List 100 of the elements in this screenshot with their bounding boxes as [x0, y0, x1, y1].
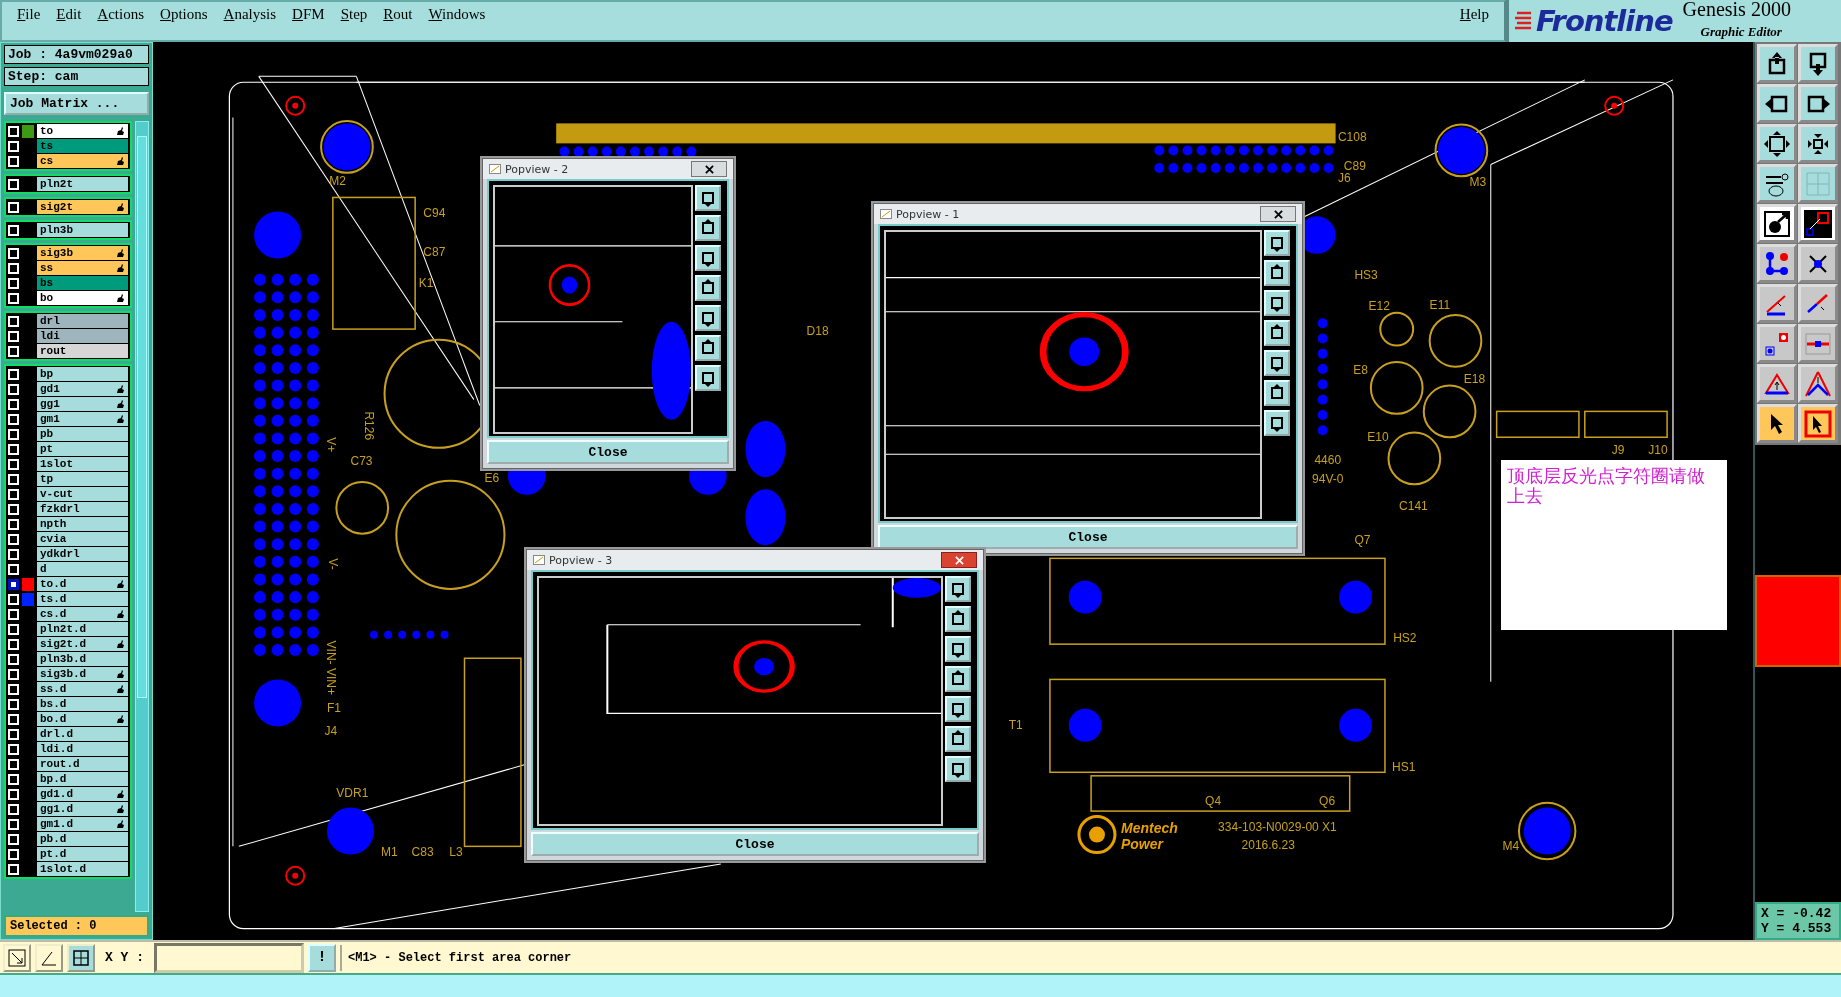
menu-item[interactable]: Analysis: [216, 4, 284, 25]
view-tool-icon[interactable]: [695, 185, 721, 211]
resize-icon[interactable]: [3, 943, 31, 972]
toolbar-button[interactable]: [1798, 364, 1838, 403]
layer-name[interactable]: sig2t: [37, 200, 128, 214]
toolbar-button[interactable]: [1757, 44, 1797, 83]
layer-name[interactable]: ydkdrl: [37, 547, 128, 561]
layer-name[interactable]: pt.d: [37, 847, 128, 861]
xy-input-field[interactable]: [154, 942, 304, 973]
close-button[interactable]: [691, 161, 727, 177]
view-tool-icon[interactable]: [945, 576, 971, 602]
layer-name[interactable]: gg1.d: [37, 802, 128, 816]
layer-name[interactable]: sig3b.d: [37, 667, 128, 681]
view-tool-icon[interactable]: [945, 666, 971, 692]
close-button[interactable]: Close: [878, 525, 1298, 549]
view-tool-icon[interactable]: [1264, 320, 1290, 346]
layer-name[interactable]: cvia: [37, 532, 128, 546]
layer-name[interactable]: pt: [37, 442, 128, 456]
toolbar-button[interactable]: [1798, 124, 1838, 163]
layer-name[interactable]: pln3b.d: [37, 652, 128, 666]
menu-item[interactable]: Options: [153, 4, 215, 25]
menu-item[interactable]: Rout: [376, 4, 420, 25]
layer-name[interactable]: pln2t: [37, 177, 128, 191]
view-tool-icon[interactable]: [1264, 290, 1290, 316]
view-tool-icon[interactable]: [945, 756, 971, 782]
layer-checkbox[interactable]: [8, 578, 19, 590]
toolbar-button[interactable]: [1798, 324, 1838, 363]
layer-name[interactable]: sig3b: [37, 246, 128, 260]
layer-name[interactable]: npth: [37, 517, 128, 531]
warning-button[interactable]: !: [308, 943, 336, 972]
menu-item[interactable]: Edit: [49, 4, 89, 25]
toolbar-button[interactable]: [1798, 44, 1838, 83]
layer-name[interactable]: to: [37, 124, 128, 138]
toolbar-button[interactable]: [1798, 84, 1838, 123]
scroll-bar[interactable]: [135, 121, 149, 912]
layer-name[interactable]: pln2t.d: [37, 622, 128, 636]
toolbar-button[interactable]: [1798, 404, 1838, 443]
layer-name[interactable]: sig2t.d: [37, 637, 128, 651]
view-tool-icon[interactable]: [695, 335, 721, 361]
layer-name[interactable]: 1slot: [37, 457, 128, 471]
view-tool-icon[interactable]: [695, 245, 721, 271]
layer-name[interactable]: gd1: [37, 382, 128, 396]
toolbar-button[interactable]: [1757, 364, 1797, 403]
close-button[interactable]: [941, 552, 977, 568]
layer-name[interactable]: bs: [37, 276, 128, 290]
layer-name[interactable]: gm1: [37, 412, 128, 426]
menu-item[interactable]: Step: [333, 4, 375, 25]
close-button[interactable]: [1260, 206, 1296, 222]
layer-name[interactable]: d: [37, 562, 128, 576]
menu-item[interactable]: Actions: [90, 4, 152, 25]
scroll-thumb[interactable]: [137, 136, 147, 698]
layer-name[interactable]: pln3b: [37, 223, 128, 237]
view-tool-icon[interactable]: [945, 636, 971, 662]
view-tool-icon[interactable]: [695, 215, 721, 241]
layer-name[interactable]: bo.d: [37, 712, 128, 726]
layer-name[interactable]: ldi: [37, 329, 128, 343]
layer-name[interactable]: gm1.d: [37, 817, 128, 831]
toolbar-button[interactable]: [1757, 84, 1797, 123]
view-tool-icon[interactable]: [945, 606, 971, 632]
layer-name[interactable]: ldi.d: [37, 742, 128, 756]
layer-name[interactable]: 1slot.d: [37, 862, 128, 876]
layer-name[interactable]: pb: [37, 427, 128, 441]
angle-icon[interactable]: [35, 943, 63, 972]
layer-name[interactable]: gd1.d: [37, 787, 128, 801]
toolbar-button[interactable]: [1798, 204, 1838, 243]
layer-name[interactable]: v-cut: [37, 487, 128, 501]
layer-name[interactable]: ss: [37, 261, 128, 275]
menu-item[interactable]: Windows: [421, 4, 493, 25]
menu-item[interactable]: DFM: [285, 4, 332, 25]
layer-name[interactable]: ss.d: [37, 682, 128, 696]
layer-name[interactable]: rout.d: [37, 757, 128, 771]
toolbar-button[interactable]: [1757, 124, 1797, 163]
layer-name[interactable]: rout: [37, 344, 128, 358]
layer-name[interactable]: bo: [37, 291, 128, 305]
toolbar-button[interactable]: [1757, 404, 1797, 443]
close-button[interactable]: Close: [487, 440, 729, 464]
layer-name[interactable]: to.d: [37, 577, 128, 591]
view-tool-icon[interactable]: [1264, 380, 1290, 406]
grid-icon[interactable]: [67, 943, 95, 972]
view-tool-icon[interactable]: [695, 365, 721, 391]
layer-name[interactable]: tp: [37, 472, 128, 486]
help-menu[interactable]: Help: [1452, 4, 1496, 25]
layer-name[interactable]: ts.d: [37, 592, 128, 606]
layer-name[interactable]: bp: [37, 367, 128, 381]
layer-name[interactable]: ts: [37, 139, 128, 153]
layer-name[interactable]: pb.d: [37, 832, 128, 846]
layer-name[interactable]: drl: [37, 314, 128, 328]
toolbar-button[interactable]: [1798, 244, 1838, 283]
job-matrix-button[interactable]: Job Matrix ...: [4, 92, 149, 115]
toolbar-button[interactable]: [1757, 284, 1797, 323]
layer-name[interactable]: drl.d: [37, 727, 128, 741]
view-tool-icon[interactable]: [695, 275, 721, 301]
view-tool-icon[interactable]: [945, 726, 971, 752]
view-tool-icon[interactable]: [1264, 350, 1290, 376]
close-button[interactable]: Close: [531, 832, 979, 856]
view-tool-icon[interactable]: [1264, 230, 1290, 256]
layer-name[interactable]: bp.d: [37, 772, 128, 786]
layer-name[interactable]: bs.d: [37, 697, 128, 711]
view-tool-icon[interactable]: [1264, 410, 1290, 436]
layer-name[interactable]: fzkdrl: [37, 502, 128, 516]
